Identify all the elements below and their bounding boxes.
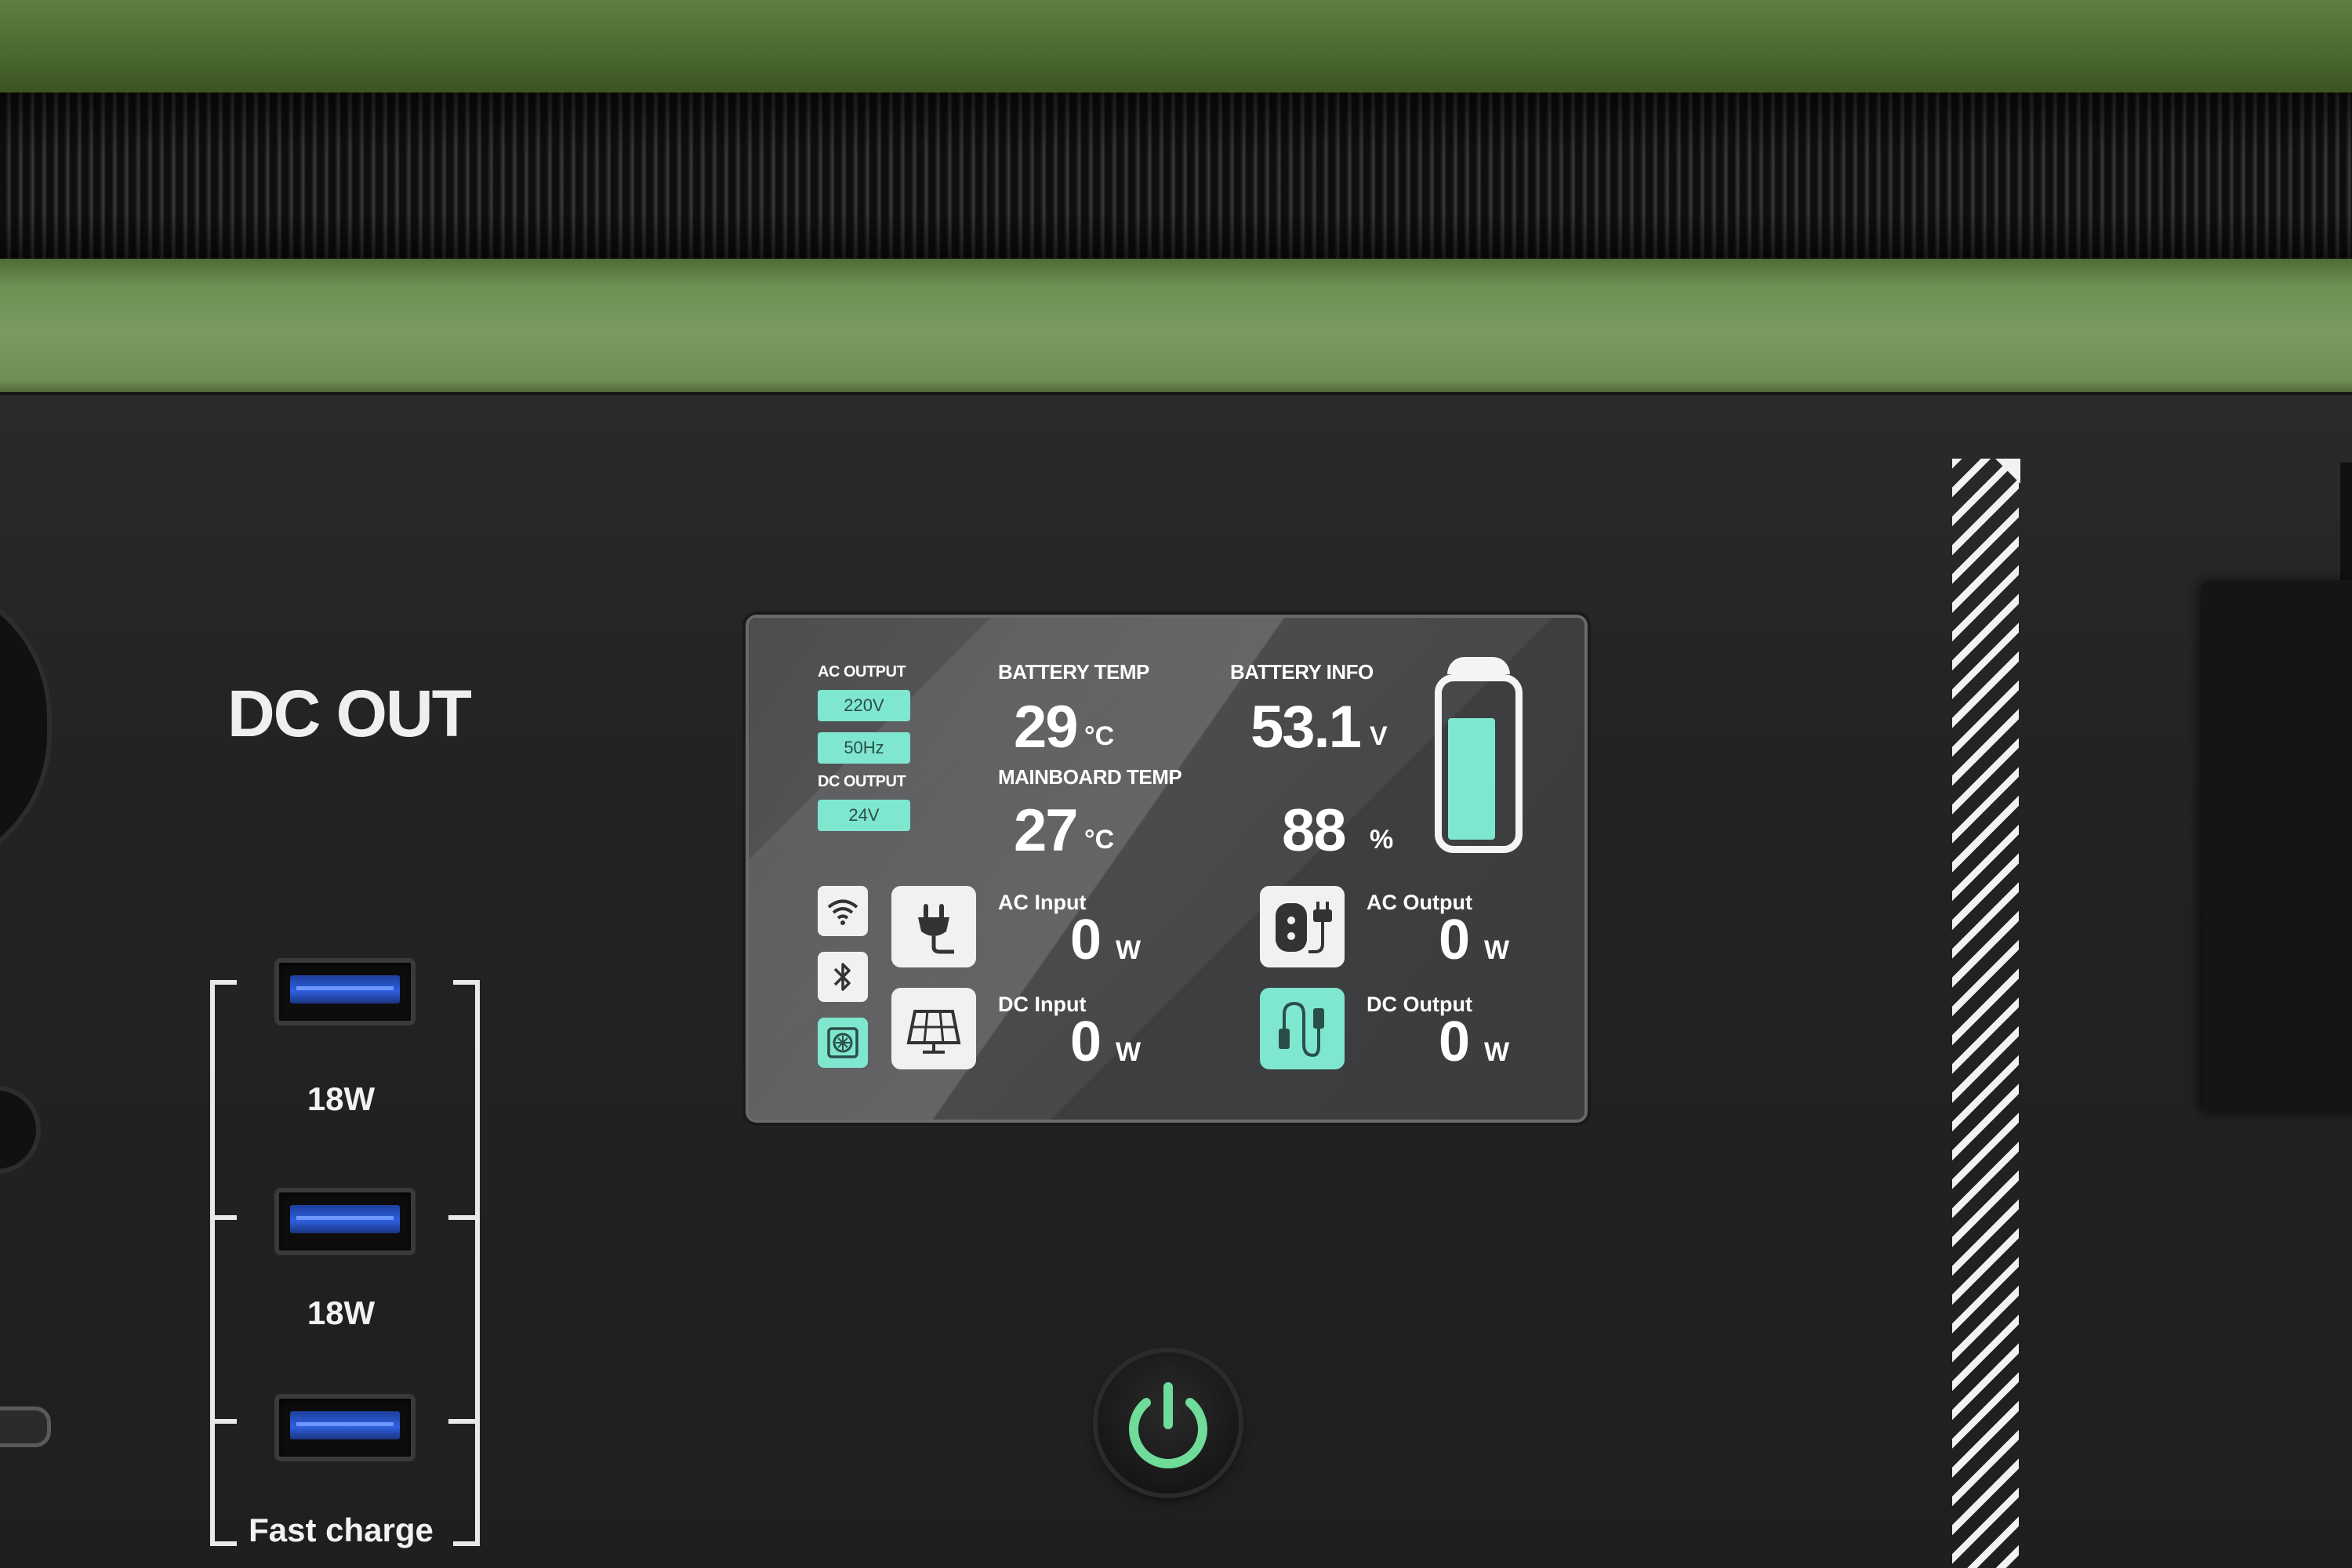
bracket-tick xyxy=(210,1419,237,1424)
mainboard-temp-unit: °C xyxy=(1084,825,1115,855)
battery-temp-unit: °C xyxy=(1084,721,1115,751)
dc-output-cable-icon xyxy=(1260,988,1345,1069)
solar-panel-icon xyxy=(891,988,976,1069)
mainboard-temp-label: MAINBOARD TEMP xyxy=(998,765,1182,789)
battery-voltage-unit: V xyxy=(1370,721,1388,751)
battery-level-icon xyxy=(1435,657,1523,853)
lcd-display: AC OUTPUT 220V 50Hz DC OUTPUT 24V BATTER… xyxy=(749,618,1584,1120)
mainboard-temp-value: 27 xyxy=(1014,797,1079,864)
ac-input-unit: W xyxy=(1116,935,1142,965)
stripe-corner-mark xyxy=(1995,459,2020,484)
bluetooth-icon xyxy=(818,952,868,1002)
battery-percent-value: 88 xyxy=(1282,797,1347,864)
ac-output-unit: W xyxy=(1484,935,1510,965)
decorative-stripes xyxy=(1952,459,2019,1568)
bracket-tick xyxy=(448,1419,475,1424)
ac-output-label: AC OUTPUT xyxy=(818,663,906,681)
ac-output-socket-icon xyxy=(1260,886,1345,967)
dc-voltage-badge: 24V xyxy=(818,800,910,831)
ac-input-plug-icon xyxy=(891,886,976,967)
dc-input-unit: W xyxy=(1116,1037,1142,1067)
top-handle-lip xyxy=(0,0,2352,94)
ac-output-value: 0 xyxy=(1439,909,1470,971)
usb-c-port[interactable] xyxy=(0,1406,51,1447)
green-trim-band xyxy=(0,259,2352,394)
fan-icon xyxy=(818,1018,868,1068)
battery-percent-unit: % xyxy=(1370,825,1394,855)
side-handle xyxy=(2203,580,2352,1113)
usb-a-port-1[interactable] xyxy=(274,958,416,1025)
battery-voltage-value: 53.1 xyxy=(1250,694,1362,760)
power-button[interactable] xyxy=(1098,1352,1239,1494)
battery-temp-value: 29 xyxy=(1014,694,1079,760)
dc-output-unit: W xyxy=(1484,1037,1510,1067)
usb-a-port-2[interactable] xyxy=(274,1188,416,1255)
bracket-tick xyxy=(448,1215,475,1220)
dc-output-label: DC OUTPUT xyxy=(818,773,906,790)
dc-output-value: 0 xyxy=(1439,1011,1470,1073)
usb-port-3-label: Fast charge xyxy=(249,1512,434,1548)
usb-a-port-3[interactable] xyxy=(274,1394,416,1461)
battery-level-fill xyxy=(1448,718,1495,840)
ac-voltage-badge: 220V xyxy=(818,690,910,721)
ac-input-value: 0 xyxy=(1070,909,1102,971)
dc-out-title: DC OUT xyxy=(227,677,472,750)
panel-seam xyxy=(0,392,2352,395)
battery-info-label: BATTERY INFO xyxy=(1230,660,1374,684)
ac-frequency-badge: 50Hz xyxy=(818,732,910,764)
side-seam xyxy=(2340,463,2352,580)
left-bracket xyxy=(210,980,237,1546)
device-top-housing xyxy=(0,0,2352,394)
dc-input-value: 0 xyxy=(1070,1011,1102,1073)
power-icon xyxy=(1129,1382,1207,1468)
wifi-icon xyxy=(818,886,868,936)
bracket-tick xyxy=(210,1215,237,1220)
right-bracket xyxy=(453,980,480,1546)
usb-port-1-label: 18W xyxy=(307,1080,376,1117)
cooling-vent xyxy=(0,93,2352,263)
usb-port-2-label: 18W xyxy=(307,1294,376,1331)
battery-temp-label: BATTERY TEMP xyxy=(998,660,1149,684)
